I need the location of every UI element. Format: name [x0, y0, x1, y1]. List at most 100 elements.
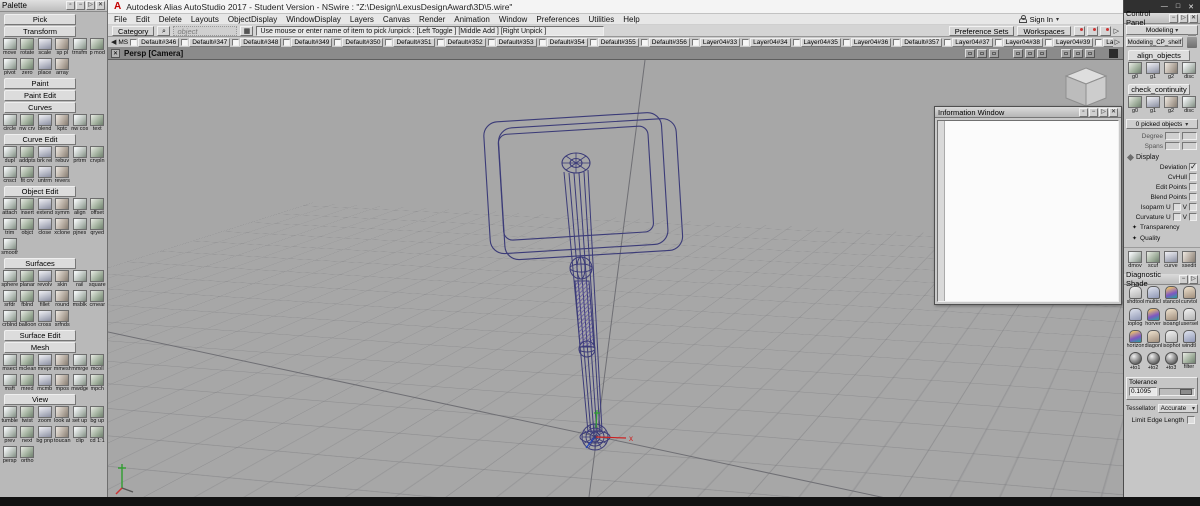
menu-delete[interactable]: Delete	[159, 15, 182, 24]
tool-brk-rel[interactable]: brk rel	[36, 145, 54, 165]
tool-mmrge[interactable]: mmrge	[71, 353, 89, 373]
checkbox-isoparm-u-v[interactable]	[1189, 203, 1197, 211]
window-button[interactable]: ✕	[96, 1, 105, 10]
tool-dmov[interactable]: dmov	[1127, 251, 1143, 270]
layer-button[interactable]: Layer04#38	[1003, 38, 1043, 47]
tool-mrepr[interactable]: mrepr	[36, 353, 54, 373]
layer-button[interactable]: Layer04#34	[750, 38, 790, 47]
tool-attach[interactable]: attach	[1, 197, 19, 217]
layer-button[interactable]: Layer04#36	[851, 38, 891, 47]
layer-visibility-checkbox[interactable]	[1045, 39, 1052, 46]
window-button[interactable]: −	[1179, 275, 1188, 284]
category-button[interactable]: Category	[112, 26, 154, 36]
pole-wireframe[interactable]	[564, 170, 610, 450]
tool-extend[interactable]: extend	[36, 197, 54, 217]
sign-in[interactable]: Sign In ▾	[1019, 15, 1059, 24]
tool-pivot[interactable]: pivot	[1, 57, 19, 77]
zoom-sel-icon[interactable]	[1061, 49, 1071, 58]
tool-msft[interactable]: msft	[1, 373, 19, 393]
layer-visibility-checkbox[interactable]	[995, 39, 1002, 46]
palette-tab-curves[interactable]: Curves	[4, 102, 76, 113]
tool-ortho[interactable]: ortho	[19, 445, 37, 465]
layer-visibility-checkbox[interactable]	[181, 39, 188, 46]
checkbox-deviation[interactable]	[1189, 163, 1197, 171]
diag-shdtool[interactable]: shdtool	[1127, 286, 1143, 306]
layer-scroll-left[interactable]: ◀	[111, 38, 116, 46]
tool-zero[interactable]: zero	[19, 57, 37, 77]
viewport-header[interactable]: ✕ Persp [Camera]	[108, 48, 1123, 60]
menu-objectdisplay[interactable]: ObjectDisplay	[228, 15, 277, 24]
pick-options-icon[interactable]: ▦	[240, 26, 253, 36]
next-view-icon[interactable]	[1085, 49, 1095, 58]
shelf-tab-check-continuity[interactable]: check_continuity	[1128, 84, 1190, 95]
shelf-tab-align-objects[interactable]: align_objects	[1128, 50, 1190, 61]
layer-visibility-checkbox[interactable]	[692, 39, 699, 46]
tool-scale[interactable]: scale	[36, 37, 54, 57]
tool-srfnds[interactable]: srfnds	[54, 309, 72, 329]
tool-srfdr[interactable]: srfdr	[1, 289, 19, 309]
diag-horizon[interactable]: horizon	[1127, 330, 1143, 350]
palette-tab-surfaces[interactable]: Surfaces	[4, 258, 76, 269]
close-button[interactable]: ✕	[1188, 3, 1194, 11]
tool-addpts[interactable]: addpts	[19, 145, 37, 165]
tool-round[interactable]: round	[54, 289, 72, 309]
tool-prev[interactable]: prev	[1, 425, 19, 445]
tool-crnear[interactable]: crnear	[89, 289, 107, 309]
layer-button[interactable]: Default#356	[649, 38, 690, 47]
menu-animation[interactable]: Animation	[454, 15, 490, 24]
layer-button[interactable]: Layer04#33	[700, 38, 740, 47]
tool-symm[interactable]: symm	[54, 197, 72, 217]
tool-offset[interactable]: offset	[89, 197, 107, 217]
tool-skin[interactable]: skin	[54, 269, 72, 289]
palette-tab-paint-edit[interactable]: Paint Edit	[4, 90, 76, 101]
tool-persp[interactable]: persp	[1, 445, 19, 465]
tool-rail[interactable]: rail	[71, 269, 89, 289]
tool-bg-pnp[interactable]: bg pnp	[36, 425, 54, 445]
layer-button[interactable]: Layer04#35	[801, 38, 841, 47]
field-input[interactable]	[1165, 142, 1180, 150]
window-button[interactable]: ▷	[86, 1, 95, 10]
palette-tab-object-edit[interactable]: Object Edit	[4, 186, 76, 197]
menu-utilities[interactable]: Utilities	[588, 15, 614, 24]
diag-toplog[interactable]: toplog	[1127, 308, 1143, 328]
diag-isophot[interactable]: isophot	[1163, 330, 1179, 350]
workspaces-button[interactable]: Workspaces	[1017, 26, 1070, 36]
checkbox-curvature-u-v[interactable]	[1189, 213, 1197, 221]
menu-preferences[interactable]: Preferences	[536, 15, 579, 24]
layer-button[interactable]: Default#349	[291, 38, 332, 47]
tool-twist[interactable]: twist	[19, 405, 37, 425]
diag-usersel[interactable]: usersel	[1181, 308, 1197, 328]
information-window-scrollbar[interactable]	[938, 121, 945, 301]
tool-disc[interactable]: disc	[1181, 62, 1197, 81]
layer-visibility-checkbox[interactable]	[130, 39, 137, 46]
tool-mwdge[interactable]: mwdge	[71, 373, 89, 393]
tool-blend[interactable]: blend	[36, 113, 54, 133]
tool-look-at[interactable]: look at	[54, 405, 72, 425]
tool-g0[interactable]: g0	[1127, 96, 1143, 115]
grid-toggle-icon[interactable]	[1025, 49, 1035, 58]
limit-edge-checkbox[interactable]	[1187, 416, 1195, 424]
view-cube[interactable]	[1066, 68, 1106, 106]
snap-curve-icon[interactable]	[1087, 26, 1098, 36]
tool-rotate[interactable]: rotate	[19, 37, 37, 57]
trash-icon[interactable]	[1187, 37, 1197, 48]
tool-planar[interactable]: planar	[19, 269, 37, 289]
tool-cnsct[interactable]: cnsct	[1, 165, 19, 185]
layer-visibility-checkbox[interactable]	[283, 39, 290, 46]
tolerance-slider[interactable]	[1159, 388, 1195, 396]
window-button[interactable]: ▷	[1189, 275, 1198, 284]
information-window[interactable]: Information Window ▫−▷✕	[934, 106, 1122, 305]
menu-render[interactable]: Render	[419, 15, 445, 24]
tool-toucan[interactable]: toucan	[54, 425, 72, 445]
layout-icon[interactable]	[1013, 49, 1023, 58]
window-button[interactable]: ▷	[1179, 14, 1188, 23]
tool-untrm[interactable]: untrm	[36, 165, 54, 185]
prev-view-icon[interactable]	[1073, 49, 1083, 58]
tool-bg-up[interactable]: bg up	[89, 405, 107, 425]
layer-button[interactable]: Layer04#39	[1053, 38, 1093, 47]
information-window-title-bar[interactable]: Information Window ▫−▷✕	[935, 107, 1121, 118]
layer-button[interactable]: Default#351	[393, 38, 434, 47]
tool-sphere[interactable]: sphere	[1, 269, 19, 289]
tool-objct[interactable]: objct	[19, 217, 37, 237]
layer-visibility-checkbox[interactable]	[385, 39, 392, 46]
